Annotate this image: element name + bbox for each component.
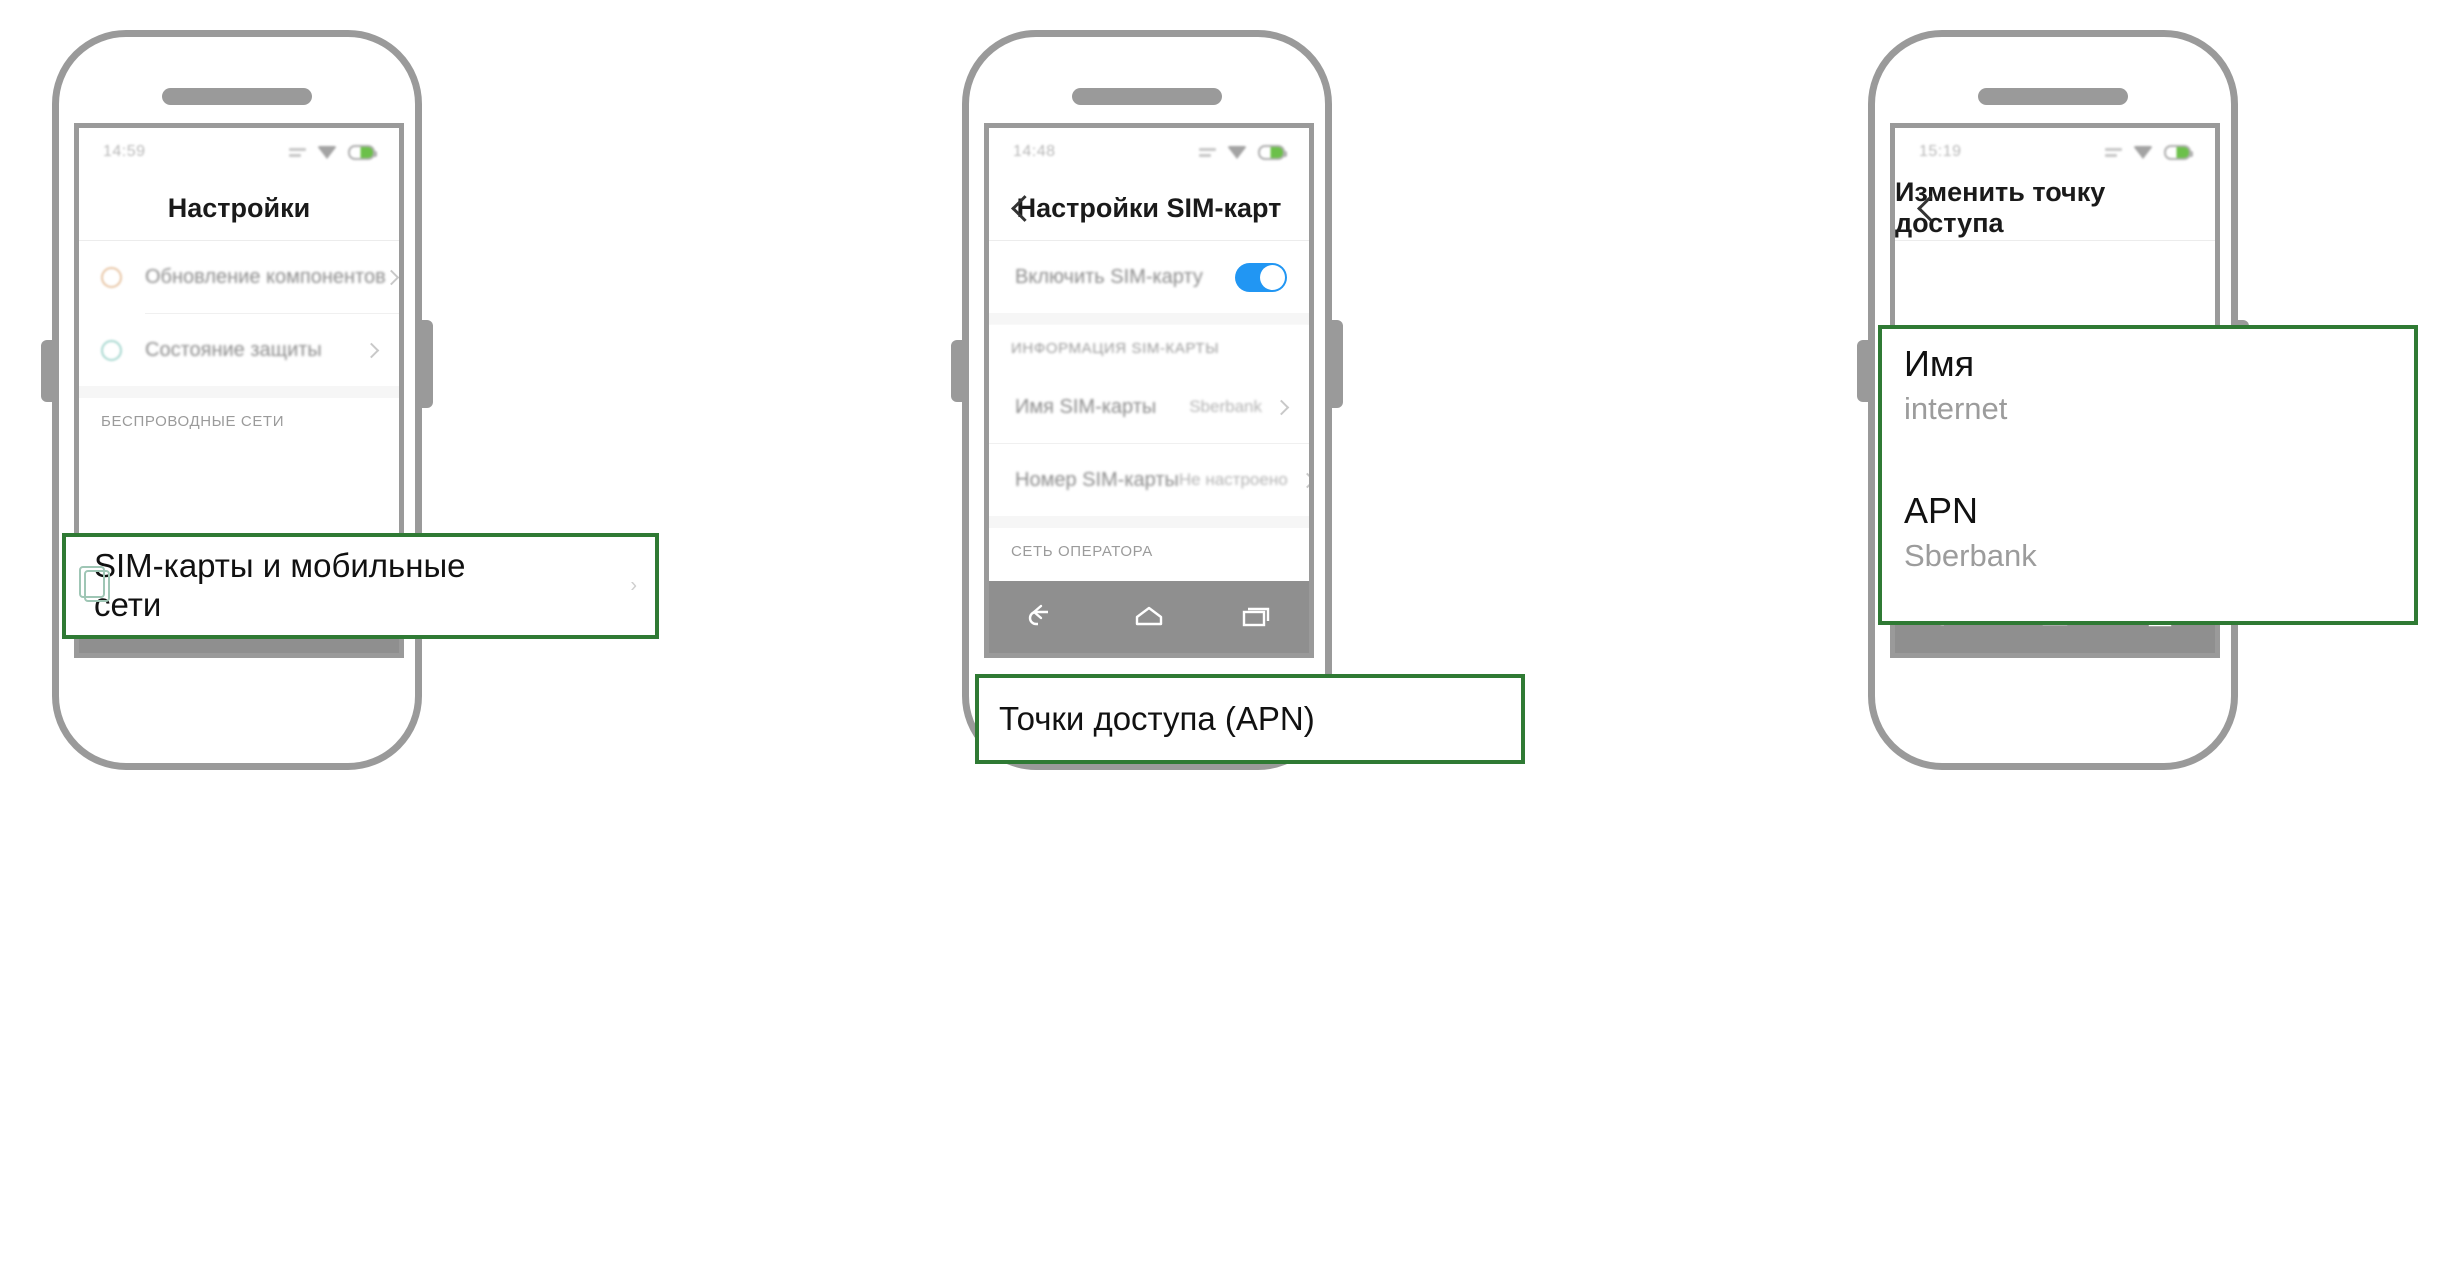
back-icon[interactable] — [1895, 176, 1965, 240]
chevron-right-icon — [1299, 472, 1309, 488]
enable-sim-toggle[interactable] — [1235, 262, 1287, 292]
phone-sim-settings: 14:48 Настройки SIM-карт Включить SIM-ка… — [951, 30, 1343, 770]
status-clock: 14:59 — [103, 143, 146, 160]
wifi-icon — [317, 145, 337, 159]
recents-button[interactable] — [1236, 600, 1276, 634]
phone-screen: 14:48 Настройки SIM-карт Включить SIM-ка… — [984, 123, 1314, 658]
back-button[interactable] — [1022, 600, 1062, 634]
screenshot-canvas: 14:59 Настройки Обновление компонентов С… — [0, 0, 2458, 1266]
highlight-apn[interactable]: Точки доступа (APN) — [975, 674, 1525, 764]
chevron-right-icon — [1274, 653, 1290, 658]
list-item[interactable]: Обновление компонентов — [79, 241, 399, 313]
sim-row-slot — [79, 444, 399, 522]
volume-button[interactable] — [41, 340, 52, 402]
list-item[interactable]: Номер SIM-карты Не настроено — [989, 444, 1309, 516]
list-item[interactable]: Состояние защиты — [79, 314, 399, 386]
highlight-sim-cards[interactable]: SIM-карты и мобильные сети › — [62, 533, 659, 639]
signal-icon — [289, 146, 306, 159]
phone-settings: 14:59 Настройки Обновление компонентов С… — [41, 30, 433, 770]
signal-icon — [2105, 146, 2122, 159]
field-name-value: internet — [1904, 391, 2008, 427]
phone-speaker — [162, 88, 312, 105]
group-header: СЕТЬ ОПЕРАТОРА — [989, 528, 1309, 574]
toggle-row-label: Включить SIM-карту — [1015, 265, 1203, 288]
status-bar: 15:19 — [1895, 128, 2215, 176]
toggle-row[interactable]: Включить SIM-карту — [989, 241, 1309, 313]
volume-button[interactable] — [1857, 340, 1868, 402]
list-item-value: Не настроено — [1178, 470, 1288, 489]
status-bar: 14:59 — [79, 128, 399, 176]
list-item[interactable]: Имя SIM-карты Sberbank — [989, 371, 1309, 443]
battery-icon — [348, 144, 377, 160]
list-item-label: Имя SIM-карты — [1015, 395, 1157, 418]
group-header: БЕСПРОВОДНЫЕ СЕТИ — [79, 398, 399, 444]
wifi-icon — [2133, 145, 2153, 159]
status-clock: 15:19 — [1919, 143, 1962, 160]
phone-speaker — [1072, 88, 1222, 105]
group-gap — [989, 313, 1309, 325]
status-icons — [1199, 144, 1287, 160]
list-item-label: Номер SIM-карты — [1015, 468, 1179, 491]
field-apn-value: Sberbank — [1904, 537, 2037, 573]
app-bar: Изменить точку доступа — [1895, 176, 2215, 241]
group-gap — [79, 386, 399, 398]
field-apn-label: APN — [1904, 489, 1979, 531]
chevron-right-icon — [363, 342, 380, 358]
group-gap — [989, 516, 1309, 528]
sim-card-icon — [79, 566, 110, 602]
status-bar: 14:48 — [989, 128, 1309, 176]
shield-icon — [101, 339, 145, 361]
battery-icon — [2164, 144, 2193, 160]
page-title: Настройки — [167, 192, 311, 223]
status-icons — [2105, 144, 2193, 160]
power-button[interactable] — [422, 320, 433, 408]
power-button[interactable] — [1332, 320, 1343, 408]
chevron-right-icon — [1273, 399, 1290, 415]
wifi-icon — [1227, 145, 1247, 159]
highlight-line-1: Точки доступа (APN) — [999, 699, 1315, 737]
field-name-label: Имя — [1904, 343, 1975, 384]
chevron-right-icon — [383, 269, 399, 285]
phone-speaker — [1978, 88, 2128, 105]
list-item-label: Состояние защиты — [145, 338, 322, 361]
home-button[interactable] — [1129, 600, 1169, 634]
list-item-value: Sberbank — [1189, 397, 1262, 416]
app-bar: Настройки — [79, 176, 399, 241]
update-icon — [101, 266, 145, 288]
nav-bar — [989, 581, 1309, 653]
back-icon[interactable] — [989, 176, 1059, 240]
group-header: ИНФОРМАЦИЯ SIM-КАРТЫ — [989, 325, 1309, 371]
chevron-right-icon: › — [630, 574, 637, 597]
battery-icon — [1258, 144, 1287, 160]
highlight-apn-fields[interactable]: Имя internet APN Sberbank — [1878, 325, 2418, 625]
signal-icon — [1199, 146, 1216, 159]
highlight-line-2: сети — [94, 586, 162, 623]
status-clock: 14:48 — [1013, 143, 1056, 160]
highlight-line-1: SIM-карты и мобильные — [94, 547, 466, 585]
list-item-label: Обновление компонентов — [145, 265, 386, 288]
volume-button[interactable] — [951, 340, 962, 402]
status-icons — [289, 144, 377, 160]
app-bar: Настройки SIM-карт — [989, 176, 1309, 241]
